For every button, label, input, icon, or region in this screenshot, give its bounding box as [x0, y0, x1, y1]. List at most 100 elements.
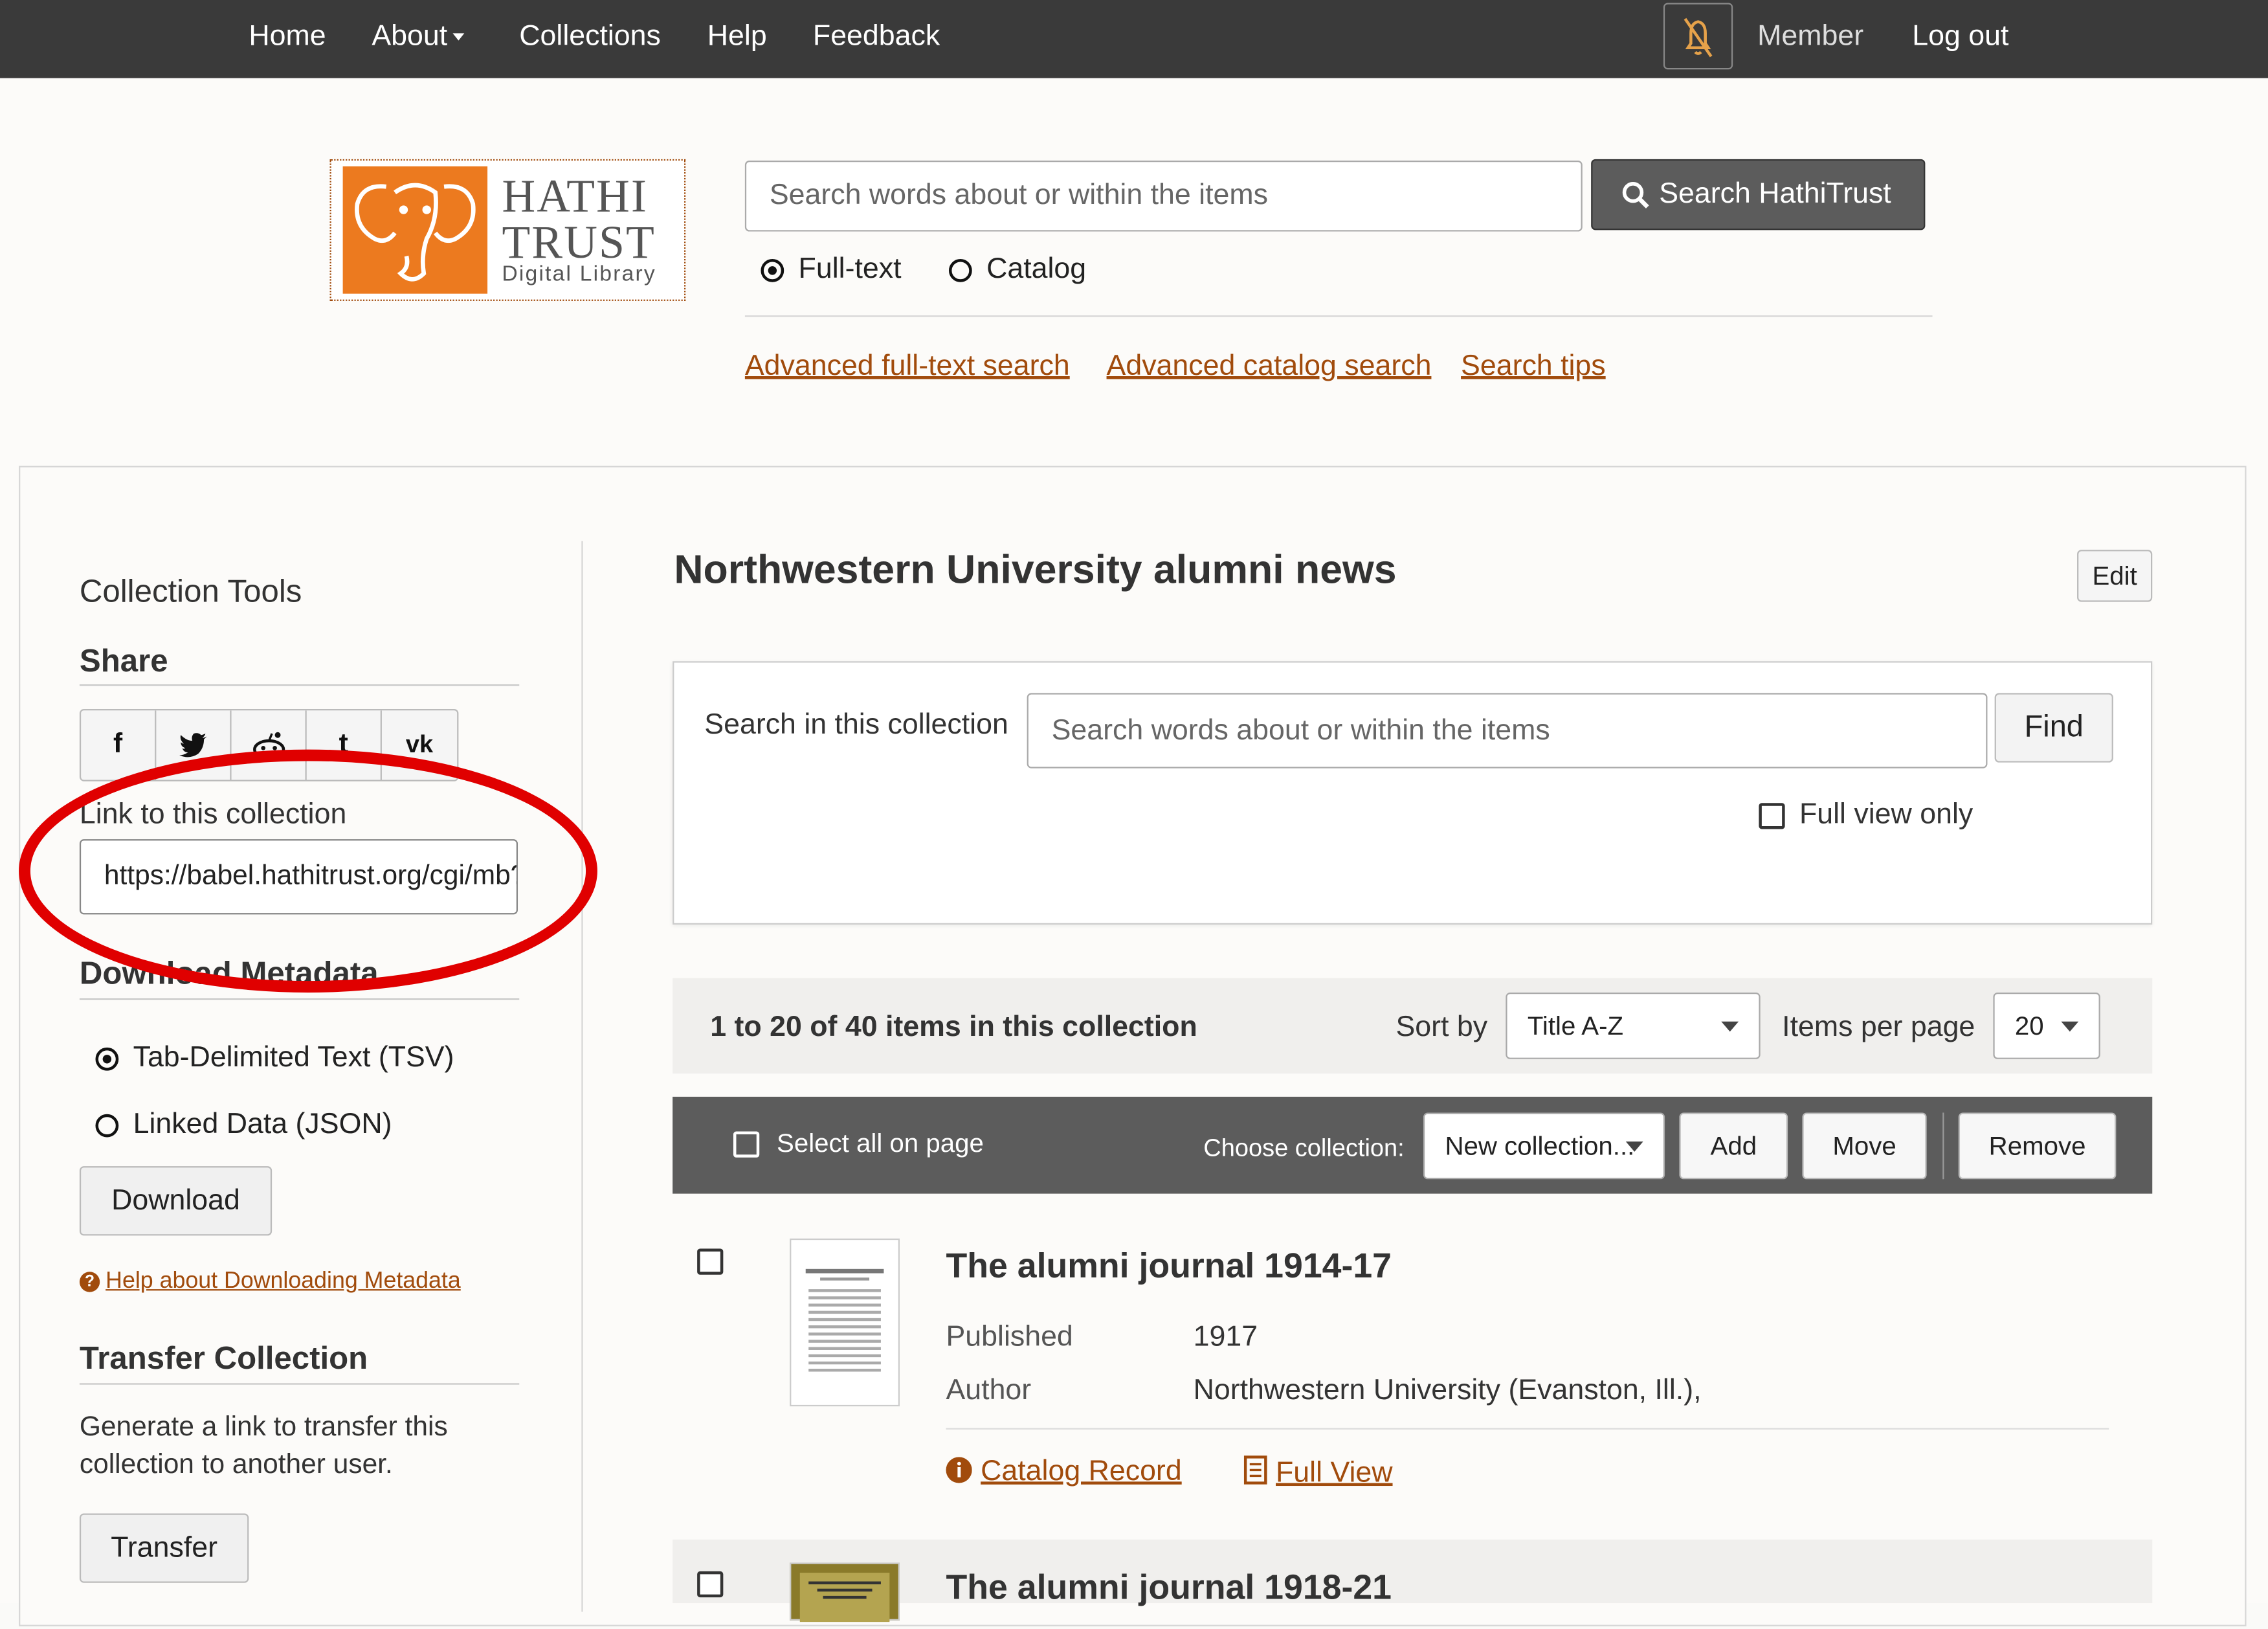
download-button[interactable]: Download [79, 1166, 272, 1236]
search-button-label: Search HathiTrust [1659, 177, 1891, 210]
radio-tsv[interactable]: Tab-Delimited Text (TSV) [95, 1042, 454, 1075]
facebook-icon: f [113, 729, 123, 760]
nav-help[interactable]: Help [707, 20, 767, 53]
chevron-down-icon [1625, 1141, 1643, 1152]
radio-full-text[interactable]: Full-text [761, 253, 901, 286]
main-search-input[interactable] [744, 161, 1583, 232]
add-button[interactable]: Add [1679, 1112, 1788, 1180]
reddit-share-button[interactable] [232, 710, 307, 780]
collection-select[interactable]: New collection... [1423, 1112, 1665, 1180]
radio-json-label: Linked Data (JSON) [133, 1108, 392, 1140]
remove-button[interactable]: Remove [1958, 1112, 2117, 1180]
page: Home About Collections Help Feedback Mem… [0, 0, 2268, 1629]
book-icon [1243, 1455, 1267, 1485]
search-divider [744, 315, 1933, 317]
full-view-only-checkbox[interactable]: Full view only [1759, 799, 1973, 832]
collection-link-field[interactable]: https://babel.hathitrust.org/cgi/mb?a=li… [79, 839, 518, 915]
edit-button[interactable]: Edit [2077, 550, 2153, 602]
full-view-link[interactable]: Full View [1243, 1455, 1393, 1490]
select-all-checkbox[interactable]: Select all on page [733, 1129, 984, 1159]
nav-logout[interactable]: Log out [1912, 20, 2008, 53]
notifications-off-button[interactable] [1663, 3, 1733, 70]
vk-share-button[interactable]: vk [382, 710, 457, 780]
checkbox-icon [733, 1132, 760, 1158]
radio-catalog[interactable]: Catalog [948, 253, 1087, 286]
logo-text-trust: TRUST [502, 215, 656, 268]
item-thumbnail[interactable] [790, 1562, 900, 1629]
item-checkbox[interactable] [697, 1571, 724, 1598]
advanced-full-text-search-link[interactable]: Advanced full-text search [745, 350, 1070, 383]
radio-catalog-label: Catalog [986, 253, 1087, 286]
radio-selected-icon [761, 258, 784, 282]
twitter-icon [178, 733, 206, 758]
sort-by-label: Sort by [1395, 1011, 1488, 1044]
collection-select-value: New collection... [1445, 1131, 1635, 1161]
hathitrust-logo[interactable]: HATHI TRUST Digital Library [329, 159, 686, 301]
logo-text-hathi: HATHI [502, 169, 649, 221]
logo-text-digital-library: Digital Library [502, 262, 656, 287]
search-hathitrust-button[interactable]: Search HathiTrust [1591, 159, 1926, 230]
download-metadata-heading: Download Metadata [79, 954, 379, 991]
facebook-share-button[interactable]: f [81, 710, 157, 780]
item-checkbox[interactable] [697, 1248, 724, 1275]
catalog-record-label: Catalog Record [981, 1455, 1182, 1488]
share-heading: Share [79, 642, 168, 679]
chevron-down-icon [2061, 1021, 2079, 1032]
published-value: 1917 [1193, 1321, 1258, 1353]
transfer-description: Generate a link to transfer this collect… [79, 1412, 448, 1481]
share-buttons: f t vk [79, 709, 459, 781]
transfer-button[interactable]: Transfer [79, 1513, 249, 1583]
sort-select-value: Title A-Z [1527, 1011, 1624, 1040]
item-title: The alumni journal 1918-21 [946, 1568, 1392, 1608]
full-view-only-label: Full view only [1799, 798, 1973, 831]
items-per-page-select[interactable]: 20 [1993, 993, 2100, 1059]
top-nav: Home About Collections Help Feedback Mem… [0, 0, 2268, 78]
nav-about[interactable]: About [372, 20, 465, 53]
question-circle-icon: ? [79, 1272, 100, 1292]
items-per-page-label: Items per page [1782, 1011, 1975, 1044]
advanced-catalog-search-link[interactable]: Advanced catalog search [1107, 350, 1432, 383]
radio-unselected-icon [948, 258, 972, 282]
move-button[interactable]: Move [1802, 1112, 1927, 1180]
caret-down-icon [453, 33, 465, 41]
item-divider [946, 1428, 2109, 1430]
radio-full-text-label: Full-text [798, 253, 902, 286]
vk-icon: vk [405, 730, 434, 758]
sidebar-divider [581, 541, 583, 1612]
item-thumbnail[interactable] [790, 1238, 900, 1407]
checkbox-icon [1759, 802, 1785, 829]
download-rule [79, 998, 520, 1000]
tumblr-share-button[interactable]: t [307, 710, 382, 780]
radio-unselected-icon [95, 1114, 119, 1137]
nav-member: Member [1757, 20, 1864, 52]
catalog-record-link[interactable]: Catalog Record [946, 1455, 1182, 1489]
help-downloading-metadata-link[interactable]: ? Help about Downloading Metadata [79, 1268, 461, 1295]
action-separator [1942, 1112, 1944, 1180]
results-count: 1 to 20 of 40 items in this collection [710, 1011, 1197, 1044]
document-page-thumbnail [805, 1268, 884, 1372]
search-tips-link[interactable]: Search tips [1461, 350, 1606, 383]
transfer-collection-heading: Transfer Collection [79, 1340, 368, 1376]
radio-json[interactable]: Linked Data (JSON) [95, 1108, 392, 1141]
collection-title: Northwestern University alumni news [674, 546, 1397, 592]
sort-select[interactable]: Title A-Z [1506, 993, 1761, 1059]
nav-feedback[interactable]: Feedback [813, 20, 940, 53]
reddit-icon [252, 732, 285, 760]
choose-collection-label: Choose collection: [1203, 1134, 1405, 1162]
help-link-label: Help about Downloading Metadata [106, 1268, 461, 1294]
share-rule [79, 684, 520, 686]
twitter-share-button[interactable] [156, 710, 232, 780]
items-per-page-value: 20 [2014, 1011, 2044, 1040]
search-in-collection-label: Search in this collection [704, 709, 1008, 741]
collection-search-input[interactable]: Search words about or within the items [1027, 693, 1988, 769]
collection-tools-title: Collection Tools [79, 572, 302, 609]
nav-collections[interactable]: Collections [519, 20, 661, 53]
nav-home[interactable]: Home [249, 20, 326, 53]
full-view-label: Full View [1276, 1457, 1393, 1489]
radio-tsv-label: Tab-Delimited Text (TSV) [133, 1041, 454, 1074]
tumblr-icon: t [339, 729, 348, 760]
select-all-label: Select all on page [777, 1129, 984, 1158]
find-button[interactable]: Find [1994, 693, 2113, 763]
bell-slash-icon [1684, 17, 1713, 58]
search-icon [1622, 181, 1649, 208]
